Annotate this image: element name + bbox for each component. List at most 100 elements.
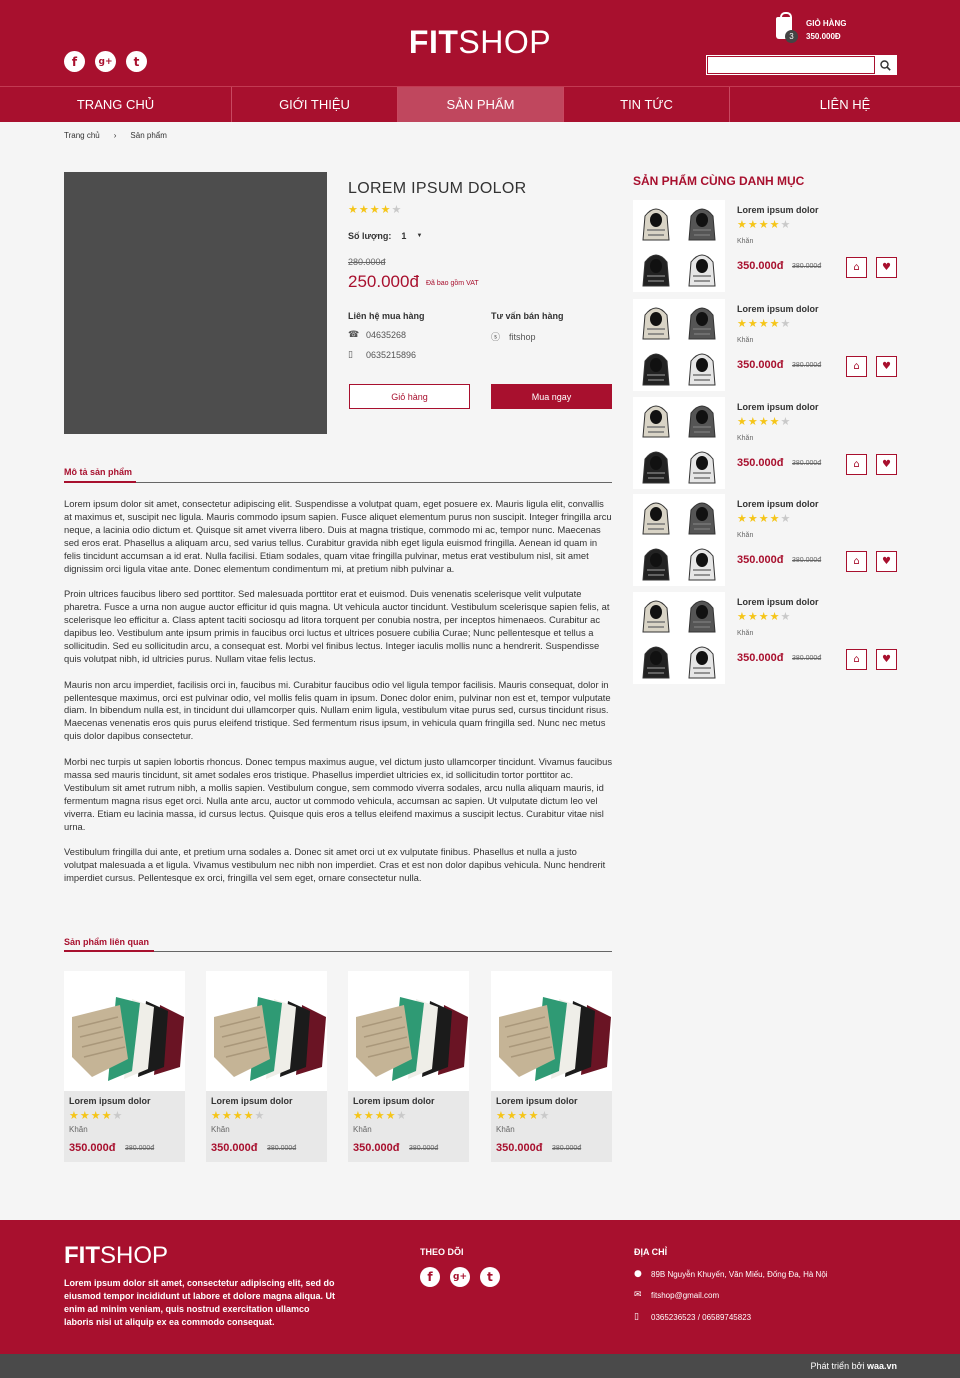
hoodie-image bbox=[642, 405, 716, 484]
related-product-old-price: 380.000đ bbox=[267, 1145, 297, 1152]
heart-icon[interactable]: ♥ bbox=[876, 356, 897, 377]
same-category-rating: ★ ★ ★ ★ ★ bbox=[737, 513, 790, 524]
search-button[interactable] bbox=[875, 56, 896, 74]
basket-icon[interactable]: ⌂ bbox=[846, 356, 867, 377]
related-product-name[interactable]: Lorem ipsum dolor bbox=[496, 1096, 578, 1106]
same-category-rating: ★ ★ ★ ★ ★ bbox=[737, 416, 790, 427]
search-input[interactable] bbox=[707, 56, 875, 74]
related-product-name[interactable]: Lorem ipsum dolor bbox=[69, 1096, 151, 1106]
credit-brand[interactable]: waa.vn bbox=[867, 1361, 897, 1371]
description-underline bbox=[64, 481, 136, 483]
skype-id[interactable]: fitshop bbox=[509, 332, 536, 342]
same-category-old-price: 380.000đ bbox=[792, 263, 822, 270]
buy-now-button[interactable]: Mua ngay bbox=[491, 384, 612, 409]
same-category-image[interactable] bbox=[633, 397, 725, 489]
nav-item-products[interactable]: SẢN PHẨM bbox=[398, 87, 564, 122]
heart-icon[interactable]: ♥ bbox=[876, 649, 897, 670]
same-category-price: 350.000đ bbox=[737, 260, 784, 272]
star-icon: ★ bbox=[747, 218, 758, 231]
same-category-category: Khăn bbox=[737, 630, 754, 637]
star-icon: ★ bbox=[769, 218, 780, 231]
same-category-old-price: 380.000đ bbox=[792, 362, 822, 369]
email-text[interactable]: fitshop@gmail.com bbox=[651, 1291, 719, 1300]
heart-icon[interactable]: ♥ bbox=[876, 551, 897, 572]
same-category-image[interactable] bbox=[633, 299, 725, 391]
add-to-cart-button[interactable]: Giỏ hàng bbox=[349, 384, 470, 409]
same-category-old-price: 380.000đ bbox=[792, 655, 822, 662]
product-image[interactable] bbox=[64, 172, 327, 434]
basket-icon[interactable]: ⌂ bbox=[846, 454, 867, 475]
mobile-icon: ▯ bbox=[348, 350, 353, 360]
description-paragraph: Lorem ipsum dolor sit amet, consectetur … bbox=[64, 498, 612, 574]
star-icon: ★ bbox=[769, 317, 780, 330]
site-header: f g+ t FITSHOP 3 GIỎ HÀNG 350.000Đ bbox=[0, 0, 960, 86]
same-category-image[interactable] bbox=[633, 200, 725, 292]
search-icon bbox=[880, 59, 891, 71]
related-heading: Sản phẩm liên quan bbox=[64, 937, 150, 947]
basket-icon[interactable]: ⌂ bbox=[846, 649, 867, 670]
same-category-name[interactable]: Lorem ipsum dolor bbox=[737, 205, 819, 215]
skype-icon: ⓢ bbox=[491, 333, 501, 343]
star-icon: ★ bbox=[747, 415, 758, 428]
same-category-name[interactable]: Lorem ipsum dolor bbox=[737, 597, 819, 607]
same-category-item[interactable]: Lorem ipsum dolor ★ ★ ★ ★ ★ Khăn 350.000đ 380.00… bbox=[633, 200, 898, 292]
related-product-name[interactable]: Lorem ipsum dolor bbox=[211, 1096, 293, 1106]
quantity-value[interactable]: 1 bbox=[401, 231, 406, 241]
same-category-image[interactable] bbox=[633, 494, 725, 586]
phone-2[interactable]: 0635215896 bbox=[366, 350, 416, 360]
star-icon: ★ bbox=[90, 1109, 101, 1122]
same-category-item[interactable]: Lorem ipsum dolor ★ ★ ★ ★ ★ Khăn 350.000đ 380.00… bbox=[633, 397, 898, 489]
same-category-image[interactable] bbox=[633, 592, 725, 684]
star-icon: ★ bbox=[737, 218, 747, 231]
follow-heading: THEO DÕI bbox=[420, 1247, 464, 1257]
related-product-card[interactable]: Lorem ipsum dolor ★ ★ ★ ★ ★ Khăn 350.000đ 380.00… bbox=[206, 971, 327, 1162]
description-paragraph: Proin ultrices faucibus libero sed portt… bbox=[64, 588, 610, 664]
same-category-item[interactable]: Lorem ipsum dolor ★ ★ ★ ★ ★ Khăn 350.000đ 380.00… bbox=[633, 592, 898, 684]
google-plus-icon[interactable]: g+ bbox=[450, 1267, 470, 1287]
product-rating: ★ ★ ★ ★ ★ bbox=[348, 204, 401, 215]
star-icon: ★ bbox=[769, 512, 780, 525]
quantity-label: Số lượng: bbox=[348, 231, 392, 241]
same-category-item[interactable]: Lorem ipsum dolor ★ ★ ★ ★ ★ Khăn 350.000đ 380.00… bbox=[633, 299, 898, 391]
heart-icon[interactable]: ♥ bbox=[876, 454, 897, 475]
chevron-down-icon[interactable]: ▼ bbox=[416, 233, 422, 239]
same-category-name[interactable]: Lorem ipsum dolor bbox=[737, 304, 819, 314]
related-product-name[interactable]: Lorem ipsum dolor bbox=[353, 1096, 435, 1106]
nav-item-about[interactable]: GIỚI THIỆU bbox=[232, 87, 398, 122]
related-product-image[interactable] bbox=[348, 971, 469, 1091]
related-product-image[interactable] bbox=[64, 971, 185, 1091]
footer-phones[interactable]: 0365236523 / 06589745823 bbox=[651, 1313, 751, 1322]
basket-icon[interactable]: ⌂ bbox=[846, 257, 867, 278]
nav-item-news[interactable]: TIN TỨC bbox=[564, 87, 730, 122]
scarf-image bbox=[499, 997, 611, 1081]
same-category-name[interactable]: Lorem ipsum dolor bbox=[737, 499, 819, 509]
related-product-price: 350.000đ bbox=[496, 1142, 543, 1154]
basket-icon[interactable]: ⌂ bbox=[846, 551, 867, 572]
same-category-item[interactable]: Lorem ipsum dolor ★ ★ ★ ★ ★ Khăn 350.000đ 380.00… bbox=[633, 494, 898, 586]
footer-logo[interactable]: FITSHOP bbox=[64, 1242, 168, 1270]
related-product-card[interactable]: Lorem ipsum dolor ★ ★ ★ ★ ★ Khăn 350.000đ 380.00… bbox=[64, 971, 185, 1162]
quantity-selector[interactable]: Số lượng: 1 ▼ bbox=[348, 231, 422, 241]
phone-1[interactable]: 04635268 bbox=[366, 330, 406, 340]
breadcrumb-home[interactable]: Trang chủ bbox=[64, 131, 100, 140]
facebook-icon[interactable]: f bbox=[420, 1267, 440, 1287]
twitter-icon[interactable]: t bbox=[480, 1267, 500, 1287]
related-product-image[interactable] bbox=[206, 971, 327, 1091]
star-icon: ★ bbox=[112, 1109, 123, 1122]
star-icon: ★ bbox=[747, 317, 758, 330]
nav-item-contact[interactable]: LIÊN HỆ bbox=[730, 87, 960, 122]
footer-logo-bold: FIT bbox=[64, 1242, 100, 1269]
footer-logo-light: SHOP bbox=[100, 1242, 169, 1269]
nav-item-home[interactable]: TRANG CHỦ bbox=[0, 87, 232, 122]
same-category-name[interactable]: Lorem ipsum dolor bbox=[737, 402, 819, 412]
cart-summary[interactable]: 3 GIỎ HÀNG 350.000Đ bbox=[776, 12, 896, 46]
star-icon: ★ bbox=[528, 1109, 539, 1122]
breadcrumb-current: Sản phẩm bbox=[130, 131, 167, 140]
heart-icon[interactable]: ♥ bbox=[876, 257, 897, 278]
related-product-card[interactable]: Lorem ipsum dolor ★ ★ ★ ★ ★ Khăn 350.000đ 380.00… bbox=[491, 971, 612, 1162]
cart-label: GIỎ HÀNG bbox=[806, 19, 847, 28]
related-product-image[interactable] bbox=[491, 971, 612, 1091]
star-icon: ★ bbox=[758, 512, 769, 525]
description-divider bbox=[64, 482, 612, 483]
related-product-card[interactable]: Lorem ipsum dolor ★ ★ ★ ★ ★ Khăn 350.000đ 380.00… bbox=[348, 971, 469, 1162]
